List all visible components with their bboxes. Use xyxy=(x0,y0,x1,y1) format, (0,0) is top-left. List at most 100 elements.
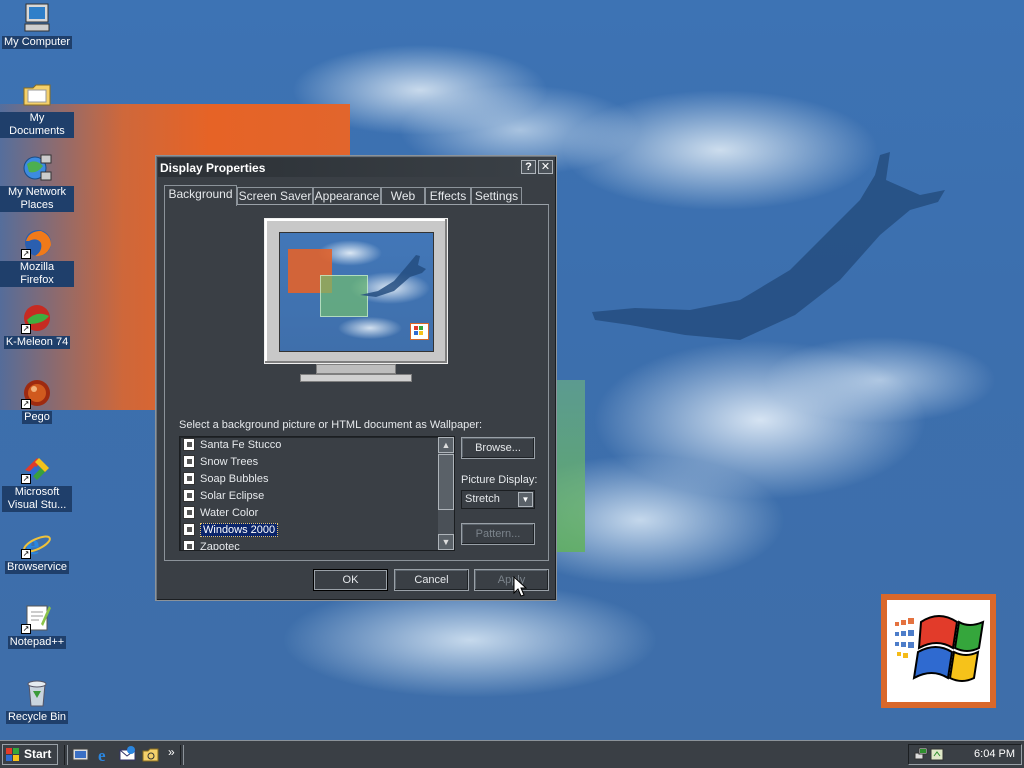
browse-button[interactable]: Browse... xyxy=(461,437,535,459)
apply-button[interactable]: Apply xyxy=(474,569,549,591)
desktop-icon-label: Microsoft Visual Stu... xyxy=(2,486,72,512)
windows-2000-logo-tile xyxy=(881,594,996,708)
help-button[interactable]: ? xyxy=(521,160,536,174)
list-item[interactable]: Snow Trees xyxy=(183,454,258,471)
desktop-icon-my-documents[interactable]: My Documents xyxy=(0,78,74,138)
wallpaper-file-icon xyxy=(183,472,195,485)
wallpaper-prompt-label: Select a background picture or HTML docu… xyxy=(179,419,483,431)
list-item-selected[interactable]: Windows 2000 xyxy=(183,522,279,539)
ok-button[interactable]: OK xyxy=(313,569,388,591)
wallpaper-list-scrollbar[interactable]: ▲ ▼ xyxy=(438,437,454,550)
firefox-icon: ↗ xyxy=(21,227,53,259)
desktop-icon-label: My Documents xyxy=(0,112,74,138)
wallpaper-preview-screen xyxy=(279,232,434,352)
cancel-button[interactable]: Cancel xyxy=(394,569,469,591)
list-item-label: Snow Trees xyxy=(200,456,259,468)
desktop-icon-my-computer[interactable]: My Computer xyxy=(0,2,74,49)
desktop-icon-browservice[interactable]: e ↗ Browservice xyxy=(0,527,74,574)
tab-screen-saver[interactable]: Screen Saver xyxy=(237,187,313,205)
tab-settings[interactable]: Settings xyxy=(471,187,522,205)
wallpaper-preview-monitor xyxy=(264,218,448,388)
list-item[interactable]: Zapotec xyxy=(183,539,240,551)
start-button[interactable]: Start xyxy=(2,744,58,765)
ie-icon: e ↗ xyxy=(21,527,53,561)
desktop-icon-recycle-bin[interactable]: Recycle Bin xyxy=(0,677,74,724)
list-item[interactable]: Soap Bubbles xyxy=(183,471,269,488)
start-label: Start xyxy=(24,747,52,761)
desktop-icon-kmeleon[interactable]: ↗ K-Meleon 74 xyxy=(0,302,74,349)
desktop-icon-label: Browservice xyxy=(5,561,69,574)
picture-display-value: Stretch xyxy=(465,493,500,505)
svg-text:e: e xyxy=(98,746,106,763)
desktop-icon-label: Notepad++ xyxy=(7,636,67,649)
pattern-button[interactable]: Pattern... xyxy=(461,523,535,545)
computer-icon xyxy=(21,2,53,34)
wallpaper-file-icon xyxy=(183,489,195,502)
dialog-title: Display Properties xyxy=(160,161,266,175)
system-tray: 6:04 PM xyxy=(908,744,1022,765)
pego-icon: ↗ xyxy=(21,377,53,409)
list-item-label: Soap Bubbles xyxy=(200,473,269,485)
list-item-label: Solar Eclipse xyxy=(200,490,265,502)
notepadpp-icon: ↗ xyxy=(21,602,53,634)
wallpaper-file-icon xyxy=(183,455,195,468)
network-icon xyxy=(21,152,53,184)
tab-effects[interactable]: Effects xyxy=(425,187,471,205)
scroll-thumb[interactable] xyxy=(438,454,454,510)
windows-logo-icon xyxy=(6,748,19,761)
desktop-icon-notepadpp[interactable]: ↗ Notepad++ xyxy=(0,602,74,649)
tab-web[interactable]: Web xyxy=(381,187,425,205)
ie-icon[interactable]: e xyxy=(96,746,113,765)
desktop-icon-label: Mozilla Firefox xyxy=(0,261,74,287)
chevron-down-icon[interactable]: ▼ xyxy=(518,492,533,507)
wallpaper-listbox[interactable]: Santa Fe Stucco Snow Trees Soap Bubbles … xyxy=(179,436,455,551)
monitor-neck xyxy=(316,364,396,374)
quick-launch-overflow[interactable]: » xyxy=(168,745,175,759)
display-properties-dialog: Display Properties ? ✕ Background Screen… xyxy=(155,155,557,601)
list-item-label: Zapotec xyxy=(200,541,240,551)
shortcut-arrow-icon: ↗ xyxy=(21,624,31,634)
explorer-icon[interactable] xyxy=(142,746,159,763)
monitor-case xyxy=(264,218,448,364)
show-desktop-icon[interactable] xyxy=(72,746,89,763)
tab-background[interactable]: Background xyxy=(164,185,237,206)
desktop-icon-label: My Network Places xyxy=(0,186,74,212)
preview-diver-icon xyxy=(360,255,426,297)
scroll-down-icon[interactable]: ▼ xyxy=(438,534,454,550)
desktop-icon-firefox[interactable]: ↗ Mozilla Firefox xyxy=(0,227,74,287)
list-item-label: Water Color xyxy=(200,507,259,519)
desktop-icon-pego[interactable]: ↗ Pego xyxy=(0,377,74,424)
wallpaper-file-icon xyxy=(183,506,195,519)
outlook-icon[interactable] xyxy=(119,746,136,763)
clock[interactable]: 6:04 PM xyxy=(974,748,1015,760)
preview-windows-logo-icon xyxy=(410,323,429,340)
list-item[interactable]: Water Color xyxy=(183,505,258,522)
monitor-base xyxy=(300,374,412,382)
list-item[interactable]: Solar Eclipse xyxy=(183,488,264,505)
desktop-icon-network-places[interactable]: My Network Places xyxy=(0,152,74,212)
scroll-up-icon[interactable]: ▲ xyxy=(438,437,454,453)
close-button[interactable]: ✕ xyxy=(538,160,553,174)
shortcut-arrow-icon: ↗ xyxy=(21,474,31,484)
volume-tray-icon[interactable] xyxy=(930,747,944,761)
desktop-icon-label: My Computer xyxy=(1,36,73,49)
desktop-icon-label: Recycle Bin xyxy=(5,711,69,724)
wallpaper-file-icon xyxy=(183,438,195,451)
wallpaper-diver-silhouette xyxy=(592,152,945,340)
dialog-titlebar[interactable]: Display Properties ? ✕ xyxy=(158,158,554,177)
taskbar-separator xyxy=(180,745,184,765)
taskbar-separator xyxy=(64,745,68,765)
network-tray-icon[interactable] xyxy=(914,747,928,761)
shortcut-arrow-icon: ↗ xyxy=(21,549,31,559)
taskbar: Start e » 6:04 PM xyxy=(0,740,1024,768)
wallpaper-file-icon xyxy=(183,523,195,536)
shortcut-arrow-icon: ↗ xyxy=(21,324,31,334)
list-item[interactable]: Santa Fe Stucco xyxy=(183,437,281,454)
tab-appearance[interactable]: Appearance xyxy=(313,187,381,205)
mouse-cursor-icon xyxy=(513,576,527,597)
wallpaper-file-icon xyxy=(183,540,195,550)
desktop-icon-visual-studio[interactable]: ↗ Microsoft Visual Stu... xyxy=(0,452,74,512)
picture-display-label: Picture Display: xyxy=(461,474,538,486)
picture-display-select[interactable]: Stretch ▼ xyxy=(461,490,535,509)
list-item-label: Santa Fe Stucco xyxy=(200,439,282,451)
